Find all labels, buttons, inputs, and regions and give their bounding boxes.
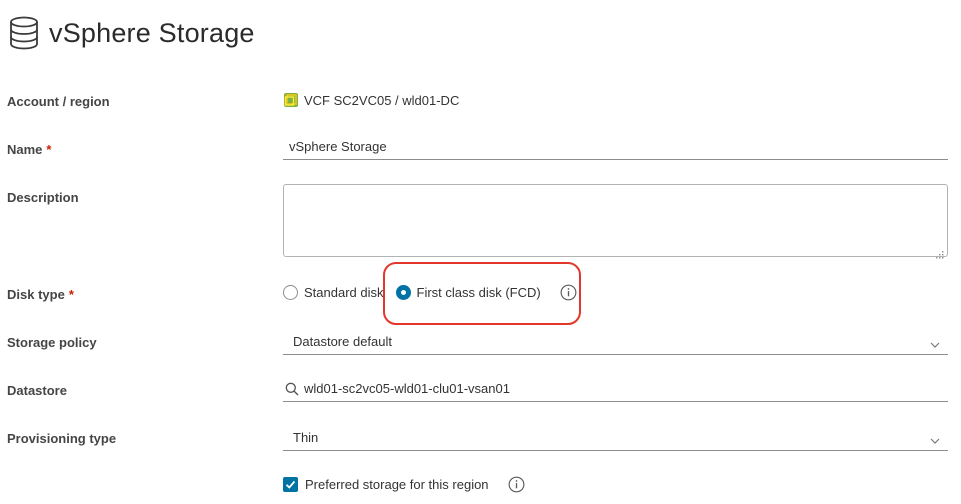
storage-form-page: vSphere Storage Account / region VCF SC2…: [0, 0, 961, 504]
account-region-label: Account / region: [7, 94, 110, 109]
page-title: vSphere Storage: [49, 17, 255, 48]
provisioning-type-select[interactable]: Thin: [283, 424, 948, 451]
description-textarea[interactable]: [283, 184, 948, 259]
disk-type-label-text: Disk type: [7, 287, 65, 302]
database-icon: [8, 16, 40, 50]
name-input-value: vSphere Storage: [289, 139, 387, 154]
storage-policy-value: Datastore default: [293, 333, 393, 349]
storage-policy-label-text: Storage policy: [7, 335, 97, 350]
disk-type-label: Disk type *: [7, 287, 74, 302]
storage-policy-select[interactable]: Datastore default: [283, 328, 948, 355]
datastore-value: wld01-sc2vc05-wld01-clu01-vsan01: [304, 381, 510, 396]
radio-circle[interactable]: [283, 285, 298, 300]
datastore-label: Datastore: [7, 383, 67, 398]
description-label: Description: [7, 190, 79, 205]
preferred-storage-checkbox[interactable]: [283, 477, 298, 492]
provisioning-type-value: Thin: [293, 429, 319, 445]
name-input[interactable]: vSphere Storage: [283, 134, 948, 160]
radio-circle[interactable]: [395, 285, 411, 300]
radio-first-class-disk[interactable]: First class disk (FCD): [395, 285, 541, 300]
account-region-value: VCF SC2VC05 / wld01-DC: [283, 92, 459, 108]
description-label-text: Description: [7, 190, 79, 205]
info-icon[interactable]: [560, 284, 577, 301]
name-label: Name *: [7, 142, 51, 157]
provisioning-type-label: Provisioning type: [7, 431, 116, 446]
radio-label: Standard disk: [304, 285, 384, 300]
disk-type-radio-group: Standard disk First class disk (FCD): [283, 284, 577, 301]
account-region-label-text: Account / region: [7, 94, 110, 109]
datastore-search-input[interactable]: wld01-sc2vc05-wld01-clu01-vsan01: [283, 376, 948, 402]
chevron-down-icon: [930, 433, 940, 444]
vcenter-icon: [283, 92, 299, 108]
account-region-text: VCF SC2VC05 / wld01-DC: [304, 92, 460, 108]
datastore-label-text: Datastore: [7, 383, 67, 398]
radio-label: First class disk (FCD): [416, 285, 541, 300]
chevron-down-icon: [930, 337, 940, 348]
required-marker: *: [46, 142, 52, 157]
search-icon: [285, 382, 299, 396]
provisioning-type-label-text: Provisioning type: [7, 431, 117, 446]
preferred-storage-label: Preferred storage for this region: [305, 477, 489, 492]
preferred-storage-row: Preferred storage for this region: [283, 476, 525, 493]
info-icon[interactable]: [508, 476, 525, 493]
name-label-text: Name: [7, 142, 43, 157]
page-header: vSphere Storage: [8, 14, 255, 52]
radio-standard-disk[interactable]: Standard disk: [283, 285, 384, 300]
required-marker: *: [68, 287, 74, 302]
storage-policy-label: Storage policy: [7, 335, 97, 350]
resize-handle-icon[interactable]: [936, 246, 944, 259]
